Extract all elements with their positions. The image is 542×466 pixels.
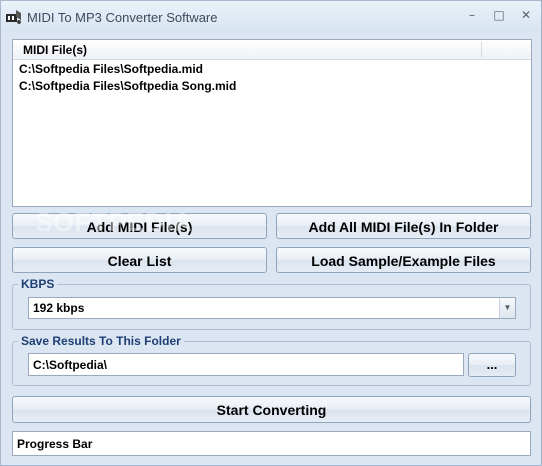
column-header-midi-files[interactable]: MIDI File(s) xyxy=(23,43,87,57)
kbps-dropdown[interactable]: 192 kbps ▼ xyxy=(28,297,516,319)
start-converting-button[interactable]: Start Converting xyxy=(12,396,531,423)
add-all-midi-in-folder-button[interactable]: Add All MIDI File(s) In Folder xyxy=(276,213,531,239)
progress-bar-label: Progress Bar xyxy=(17,437,93,451)
app-icon xyxy=(5,7,23,25)
browse-folder-button[interactable]: ... xyxy=(468,353,516,377)
save-folder-input[interactable]: C:\Softpedia\ xyxy=(28,353,464,376)
progress-bar: Progress Bar xyxy=(12,431,531,456)
chevron-down-icon[interactable]: ▼ xyxy=(499,298,515,318)
window-title: MIDI To MP3 Converter Software xyxy=(27,10,218,25)
load-sample-files-button[interactable]: Load Sample/Example Files xyxy=(276,247,531,273)
minimize-icon[interactable]: – xyxy=(461,6,483,24)
kbps-label: KBPS xyxy=(18,277,58,291)
list-header[interactable]: MIDI File(s) xyxy=(13,40,531,60)
title-bar[interactable]: MIDI To MP3 Converter Software – □ ✕ xyxy=(1,1,541,32)
clear-list-button[interactable]: Clear List xyxy=(12,247,267,273)
app-window: MIDI To MP3 Converter Software – □ ✕ MID… xyxy=(0,0,542,466)
list-item[interactable]: C:\Softpedia Files\Softpedia Song.mid xyxy=(19,79,236,93)
midi-file-list[interactable]: MIDI File(s) C:\Softpedia Files\Softpedi… xyxy=(12,39,532,207)
column-separator[interactable] xyxy=(481,42,482,57)
save-folder-label: Save Results To This Folder xyxy=(18,334,184,348)
kbps-selected-value: 192 kbps xyxy=(33,301,85,315)
maximize-icon[interactable]: □ xyxy=(488,6,510,24)
close-icon[interactable]: ✕ xyxy=(515,6,537,24)
add-midi-files-button[interactable]: Add MIDI File(s) xyxy=(12,213,267,239)
list-item[interactable]: C:\Softpedia Files\Softpedia.mid xyxy=(19,62,203,76)
